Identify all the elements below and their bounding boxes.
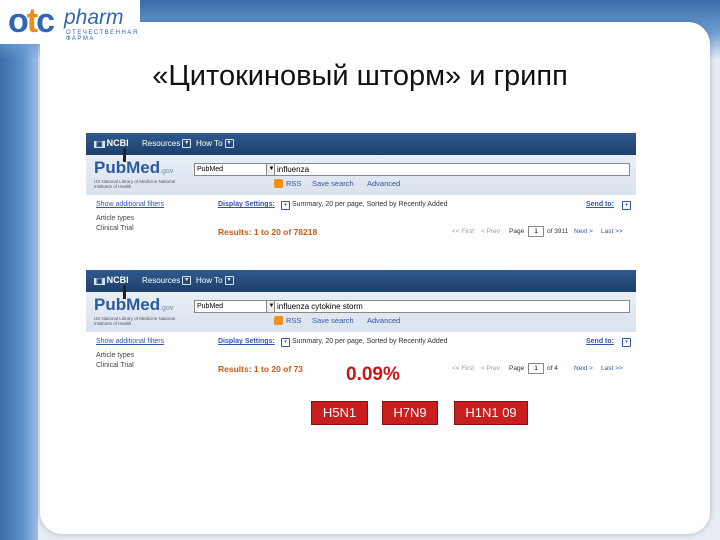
pubmed-results-area: Show additional filters Article types Cl…	[86, 195, 636, 245]
rss-link[interactable]: RSS	[286, 179, 301, 188]
ncbi-logo[interactable]: ▣ NCBI	[94, 275, 129, 285]
next-page-link[interactable]: Next >	[574, 228, 593, 235]
strain-badge-h1n1: H1N1 09	[454, 401, 528, 425]
send-to-link[interactable]: Send to:	[586, 201, 614, 208]
logo: otc pharm ОТЕЧЕСТВЕННАЯ ФАРМА	[0, 0, 140, 44]
database-select[interactable]: PubMed	[194, 300, 270, 313]
rss-icon[interactable]	[274, 179, 283, 188]
pubmed-header: PubMed.gov US National Library of Medici…	[86, 148, 636, 195]
first-page-link[interactable]: << First	[452, 228, 474, 235]
save-search-link[interactable]: Save search	[312, 179, 354, 188]
advanced-link[interactable]: Advanced	[367, 179, 400, 188]
logo-tagline: ОТЕЧЕСТВЕННАЯ ФАРМА	[66, 30, 139, 42]
rss-icon[interactable]	[274, 316, 283, 325]
display-settings-link[interactable]: Display Settings:	[218, 338, 275, 345]
how-to-menu[interactable]: How To ▾	[196, 139, 234, 149]
display-summary: Summary, 20 per page, Sorted by Recently…	[292, 201, 448, 208]
logo-cursor-mark	[123, 285, 126, 299]
pubmed-header: PubMed.gov US National Library of Medici…	[86, 285, 636, 332]
page-label: Page	[509, 365, 525, 372]
article-types-label: Article types	[96, 352, 135, 359]
last-page-link[interactable]: Last >>	[601, 228, 623, 235]
database-select[interactable]: PubMed	[194, 163, 270, 176]
page-count: of 4	[547, 365, 558, 372]
chevron-down-icon[interactable]: ▾	[622, 338, 631, 347]
pubmed-subtitle: US National Library of Medicine National…	[94, 316, 176, 326]
clinical-trial-filter[interactable]: Clinical Trial	[96, 225, 134, 232]
ncbi-logo[interactable]: ▣ NCBI	[94, 138, 129, 148]
chevron-down-icon: ▾	[224, 276, 234, 286]
display-settings-link[interactable]: Display Settings:	[218, 201, 275, 208]
ncbi-top-bar: ▣ NCBI Resources ▾ How To ▾	[86, 270, 636, 292]
chevron-down-icon: ▾	[182, 276, 192, 286]
chevron-down-icon[interactable]: ▾	[622, 201, 631, 210]
chevron-down-icon: ▾	[182, 139, 192, 149]
prev-page-link[interactable]: < Prev	[481, 365, 500, 372]
prev-page-link[interactable]: < Prev	[481, 228, 500, 235]
pubmed-screenshot-1: ▣ NCBI Resources ▾ How To ▾ PubMed.gov US N…	[86, 133, 636, 245]
logo-mark: otc	[8, 2, 55, 40]
logo-name: pharm	[64, 6, 124, 29]
strain-badge-h5n1: H5N1	[311, 401, 368, 425]
show-filters-link[interactable]: Show additional filters	[96, 338, 164, 345]
results-count: Results: 1 to 20 of 78218	[218, 227, 318, 237]
page-input[interactable]: 1	[528, 363, 544, 374]
pubmed-logo[interactable]: PubMed.gov	[94, 285, 173, 315]
pubmed-subtitle: US National Library of Medicine National…	[94, 179, 176, 189]
ncbi-top-bar: ▣ NCBI Resources ▾ How To ▾	[86, 133, 636, 155]
first-page-link[interactable]: << First	[452, 365, 474, 372]
show-filters-link[interactable]: Show additional filters	[96, 201, 164, 208]
results-count: Results: 1 to 20 of 73	[218, 364, 304, 374]
search-input[interactable]: influenza cytokine storm	[274, 300, 630, 313]
next-page-link[interactable]: Next >	[574, 365, 593, 372]
last-page-link[interactable]: Last >>	[601, 365, 623, 372]
article-types-label: Article types	[96, 215, 135, 222]
display-summary: Summary, 20 per page, Sorted by Recently…	[292, 338, 448, 345]
search-input[interactable]: influenza	[274, 163, 630, 176]
resources-menu[interactable]: Resources ▾	[142, 276, 192, 286]
chevron-down-icon: ▾	[224, 139, 234, 149]
chevron-down-icon[interactable]: ▾	[281, 338, 290, 347]
pubmed-logo[interactable]: PubMed.gov	[94, 148, 173, 178]
send-to-link[interactable]: Send to:	[586, 338, 614, 345]
advanced-link[interactable]: Advanced	[367, 316, 400, 325]
page-input[interactable]: 1	[528, 226, 544, 237]
slide-title: «Цитокиновый шторм» и грипп	[152, 60, 568, 92]
resources-menu[interactable]: Resources ▾	[142, 139, 192, 149]
clinical-trial-filter[interactable]: Clinical Trial	[96, 362, 134, 369]
page-label: Page	[509, 228, 525, 235]
how-to-menu[interactable]: How To ▾	[196, 276, 234, 286]
chevron-down-icon[interactable]: ▾	[281, 201, 290, 210]
logo-cursor-mark	[123, 148, 126, 162]
save-search-link[interactable]: Save search	[312, 316, 354, 325]
page-count: of 3911	[547, 228, 569, 235]
rss-link[interactable]: RSS	[286, 316, 301, 325]
strain-badge-h7n9: H7N9	[382, 401, 438, 425]
percent-highlight: 0.09%	[346, 364, 400, 385]
